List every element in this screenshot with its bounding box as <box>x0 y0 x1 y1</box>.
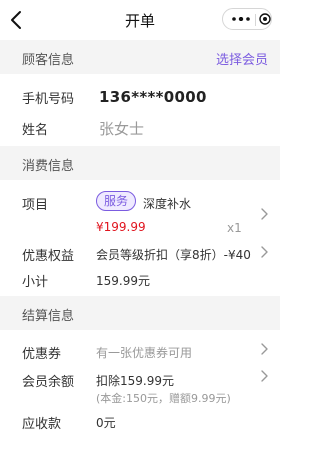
capsule-divider <box>255 14 256 26</box>
chevron-right-icon[interactable] <box>259 342 269 356</box>
service-badge: 服务 <box>96 191 137 211</box>
settlement-section-header: 结算信息 <box>0 296 280 330</box>
consumption-section-header: 消费信息 <box>0 146 280 180</box>
balance-value: 扣除159.99元 <box>96 374 174 388</box>
service-name: 深度补水 <box>143 197 192 211</box>
section-title: 结算信息 <box>22 309 75 324</box>
section-title: 消费信息 <box>22 159 75 174</box>
coupon-label: 优惠券 <box>22 347 62 362</box>
mini-program-capsule <box>222 8 272 30</box>
item-label: 项目 <box>22 198 49 213</box>
balance-label: 会员余额 <box>22 375 75 390</box>
name-field[interactable]: 张女士 <box>99 118 144 139</box>
phone-field[interactable]: 136****0000 <box>99 88 207 106</box>
subtotal-label: 小计 <box>22 275 49 290</box>
target-circle-icon[interactable] <box>259 13 271 25</box>
chevron-right-icon[interactable] <box>259 245 269 259</box>
discount-value: 会员等级折扣（享8折）-¥40 <box>96 248 251 262</box>
discount-label: 优惠权益 <box>22 249 75 264</box>
item-quantity: x1 <box>227 221 242 235</box>
select-member-link[interactable]: 选择会员 <box>216 49 268 68</box>
subtotal-value: 159.99元 <box>96 274 150 288</box>
receivable-label: 应收款 <box>22 417 62 432</box>
receivable-value: 0元 <box>96 416 116 430</box>
chevron-right-icon[interactable] <box>259 369 269 383</box>
item-price: ¥199.99 <box>96 220 146 234</box>
more-dots-icon[interactable] <box>231 17 251 21</box>
customer-section-header: 顾客信息 选择会员 <box>0 40 280 74</box>
balance-detail: (本金:150元，赠额9.99元) <box>96 392 231 405</box>
coupon-value[interactable]: 有一张优惠券可用 <box>96 344 192 361</box>
nav-bar: 开单 <box>0 0 280 40</box>
chevron-right-icon[interactable] <box>259 207 269 221</box>
section-title: 顾客信息 <box>22 53 75 68</box>
phone-label: 手机号码 <box>22 92 75 107</box>
name-label: 姓名 <box>22 123 49 138</box>
